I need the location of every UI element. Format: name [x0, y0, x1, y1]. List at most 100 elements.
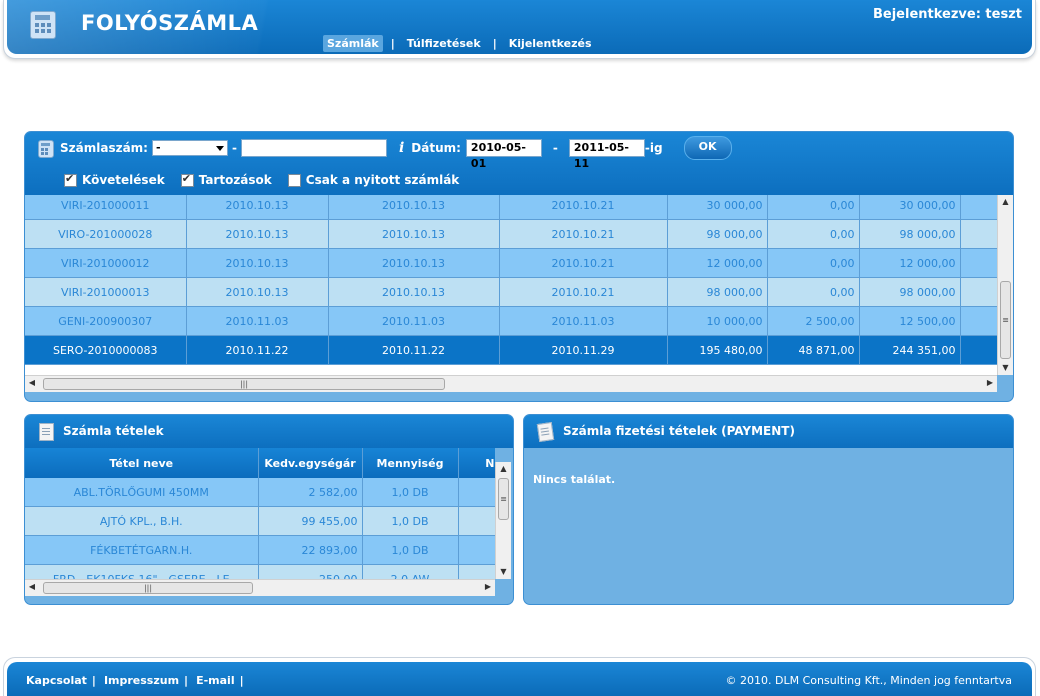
invoice-row[interactable]: VIRO-201000028 2010.10.13 2010.10.13 2010.1…	[25, 219, 997, 249]
invoice-vertical-scrollbar[interactable]: ▲ ≡ ▼	[997, 195, 1013, 375]
invoice-cell: 98 000,00	[667, 277, 768, 307]
invoice-cell: 2010.10.13	[186, 219, 329, 249]
invoice-cell: 2010.11.03	[499, 306, 668, 336]
scroll-thumb[interactable]: ≡	[1000, 281, 1011, 359]
footer-separator: |	[184, 674, 189, 687]
invoice-cell: 2010.11.03	[328, 306, 500, 336]
footer-bar: Kapcsolat | Impresszum | E-mail | © 2010…	[7, 662, 1032, 696]
account-number-input[interactable]	[240, 139, 387, 157]
checkbox-tartozasok-label: Tartozások	[198, 173, 272, 187]
invoice-row[interactable]: SERO-2010000083 2010.11.22 2010.11.22 2010.…	[25, 335, 997, 365]
info-icon[interactable]: i	[399, 140, 404, 156]
column-header-mennyiseg[interactable]: Mennyiség	[362, 448, 459, 478]
payment-panel: Számla fizetési tételek (PAYMENT) Nincs …	[523, 414, 1014, 605]
header-bar: FOLYÓSZÁMLA Bejelentkezve: teszt Számlák…	[7, 0, 1032, 54]
scroll-left-icon[interactable]: ◀	[25, 580, 39, 596]
scroll-up-icon[interactable]: ▲	[496, 462, 511, 476]
invoice-cell: VIRI-201000011	[25, 195, 187, 220]
item-cell-empty	[458, 564, 495, 579]
scroll-down-icon[interactable]: ▼	[496, 565, 511, 579]
column-header-n[interactable]: N	[458, 448, 495, 478]
footer-link-email[interactable]: E-mail	[196, 674, 235, 687]
scroll-down-icon[interactable]: ▼	[998, 361, 1013, 375]
date-to-input[interactable]: 2011-05-11	[568, 139, 645, 170]
invoice-cell: 0,00	[767, 248, 860, 278]
checkbox-csak-nyitott[interactable]	[287, 173, 301, 187]
document-icon	[39, 423, 54, 441]
scroll-up-icon[interactable]: ▲	[998, 195, 1013, 209]
item-cell: 1,0 DB	[362, 506, 459, 536]
items-horizontal-scrollbar[interactable]: ◀ ||| ▶	[25, 579, 495, 596]
scroll-right-icon[interactable]: ▶	[983, 376, 997, 392]
scroll-right-icon[interactable]: ▶	[481, 580, 495, 596]
invoice-cell: 2010.11.03	[186, 306, 329, 336]
account-dash: -	[231, 141, 237, 155]
account-prefix-value: -	[155, 141, 161, 154]
item-row[interactable]: FÉKBETÉTGARN.H. 22 893,00 1,0 DB	[25, 535, 495, 565]
invoice-cell: 2010.10.13	[328, 277, 500, 307]
payment-panel-title: Számla fizetési tételek (PAYMENT)	[563, 424, 795, 438]
item-row[interactable]: AJTÓ KPL., B.H. 99 455,00 1,0 DB	[25, 506, 495, 536]
invoice-cell-empty	[960, 219, 997, 249]
invoice-cell: 2010.10.13	[186, 277, 329, 307]
item-cell-empty	[458, 478, 495, 507]
invoice-row[interactable]: VIRI-201000013 2010.10.13 2010.10.13 2010.1…	[25, 277, 997, 307]
checkbox-tartozasok[interactable]	[180, 172, 194, 187]
ok-button[interactable]: OK	[683, 136, 732, 160]
invoice-horizontal-scrollbar[interactable]: ◀ ||| ▶	[25, 375, 997, 392]
scroll-thumb[interactable]: |||	[43, 378, 445, 390]
nav-separator: |	[390, 36, 395, 50]
scroll-thumb[interactable]: |||	[43, 582, 253, 594]
item-cell: 2,0 AW	[362, 564, 459, 579]
checkbox-kovetelesek[interactable]	[64, 172, 77, 187]
date-from-input[interactable]: 2010-05-01	[465, 139, 542, 170]
items-table: Tétel neve Kedv.egységár Mennyiség N ABL…	[25, 448, 495, 579]
items-panel: Számla tételek Tétel neve Kedv.egységár …	[24, 414, 514, 605]
invoice-row[interactable]: GENI-200900307 2010.11.03 2010.11.03 2010.1…	[25, 306, 997, 336]
app-title: FOLYÓSZÁMLA	[81, 11, 259, 35]
chevron-down-icon	[215, 146, 224, 151]
items-panel-title: Számla tételek	[63, 424, 164, 438]
date-separator: -	[552, 141, 558, 155]
invoice-row[interactable]: VIRI-201000011 2010.10.13 2010.10.13 2010.1…	[25, 195, 997, 220]
nav-kijelentkezes[interactable]: Kijelentkezés	[505, 35, 596, 52]
nav-tulfizetesek[interactable]: Túlfizetések	[403, 35, 485, 52]
invoice-cell-empty	[960, 335, 997, 365]
date-suffix: -ig	[644, 141, 663, 155]
invoice-cell: 2010.11.29	[499, 335, 668, 365]
invoice-cell: VIRI-201000012	[25, 248, 187, 278]
app-footer: Kapcsolat | Impresszum | E-mail | © 2010…	[3, 657, 1036, 696]
footer-link-impresszum[interactable]: Impresszum	[104, 674, 179, 687]
scroll-thumb[interactable]: ≡	[498, 478, 509, 520]
items-vertical-scrollbar[interactable]: ▲ ≡ ▼	[495, 462, 511, 579]
invoice-cell: 2010.10.21	[499, 248, 668, 278]
payment-document-icon	[536, 422, 555, 442]
footer-links: Kapcsolat | Impresszum | E-mail |	[26, 674, 252, 687]
invoice-cell-empty	[960, 195, 997, 220]
item-cell: FRD - EK10FKS 16" - GSERE - LE	[25, 564, 259, 579]
item-row[interactable]: FRD - EK10FKS 16" - GSERE - LE 250,00 2,0 …	[25, 564, 495, 579]
invoice-cell: 195 480,00	[667, 335, 768, 365]
invoice-cell: 2010.10.21	[499, 219, 668, 249]
main-nav: Számlák | Túlfizetések | Kijelentkezés	[323, 33, 596, 53]
invoice-cell: 30 000,00	[859, 195, 961, 220]
invoice-cell: 0,00	[767, 219, 860, 249]
nav-szamlak[interactable]: Számlák	[323, 34, 383, 52]
item-cell: AJTÓ KPL., B.H.	[25, 506, 259, 536]
date-label: Dátum:	[411, 141, 461, 155]
item-cell: 2 582,00	[258, 478, 363, 507]
footer-link-kapcsolat[interactable]: Kapcsolat	[26, 674, 87, 687]
column-header-tetel-neve[interactable]: Tétel neve	[25, 448, 259, 478]
column-header-kedv-egysegar[interactable]: Kedv.egységár	[258, 448, 363, 478]
scroll-left-icon[interactable]: ◀	[25, 376, 39, 392]
invoice-cell: 2010.11.22	[328, 335, 500, 365]
invoice-table: VIRI-201000011 2010.10.13 2010.10.13 2010.1…	[25, 195, 997, 365]
invoice-cell: 0,00	[767, 277, 860, 307]
footer-separator: |	[239, 674, 244, 687]
item-row[interactable]: ABL.TÖRLŐGUMI 450MM 2 582,00 1,0 DB	[25, 478, 495, 507]
invoice-row[interactable]: VIRI-201000012 2010.10.13 2010.10.13 2010.1…	[25, 248, 997, 278]
invoice-grid-viewport: VIRI-201000011 2010.10.13 2010.10.13 2010.1…	[25, 195, 997, 375]
invoice-cell: 12 000,00	[667, 248, 768, 278]
account-prefix-select[interactable]: -	[151, 140, 228, 156]
calculator-icon	[30, 11, 56, 39]
